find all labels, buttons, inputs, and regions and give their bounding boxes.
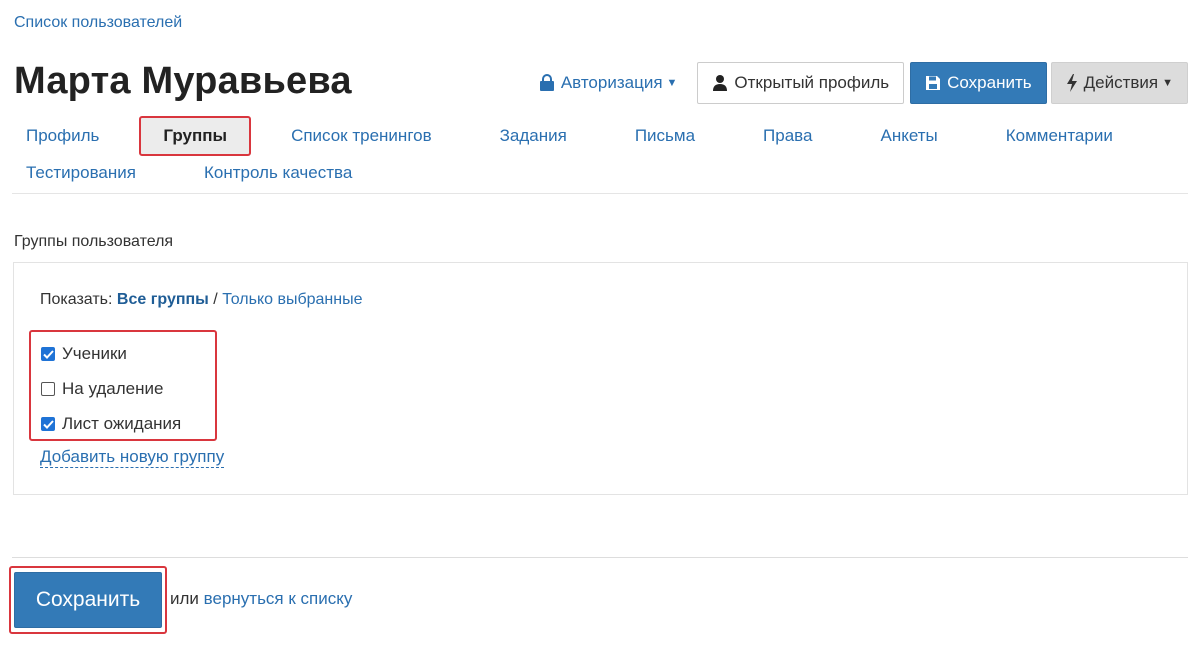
tab-trainings[interactable]: Список тренингов: [277, 120, 446, 152]
open-profile-label: Открытый профиль: [734, 73, 890, 92]
group-checkbox[interactable]: [41, 347, 55, 361]
open-profile-button[interactable]: Открытый профиль: [697, 62, 905, 104]
checkmark-icon: [42, 349, 54, 359]
save-button[interactable]: Сохранить: [14, 572, 162, 628]
tab-questionnaires[interactable]: Анкеты: [866, 120, 951, 152]
filter-all-groups[interactable]: Все группы: [117, 291, 209, 308]
filter-separator: /: [213, 291, 218, 308]
groups-checklist: Ученики На удаление Лист ожидания: [29, 330, 217, 441]
caret-down-icon: ▼: [1162, 77, 1173, 89]
tabs-row-1: Профиль Группы Список тренингов Задания …: [12, 116, 1127, 156]
group-item[interactable]: Лист ожидания: [41, 414, 181, 434]
section-label: Группы пользователя: [14, 233, 174, 250]
auth-dropdown[interactable]: Авторизация ▼: [539, 73, 678, 93]
tabs-row-2: Тестирования Контроль качества: [12, 156, 366, 190]
tab-rights[interactable]: Права: [749, 120, 826, 152]
footer-text: или вернуться к списку: [170, 589, 352, 609]
lock-icon: [539, 74, 554, 91]
filter-prefix: Показать:: [40, 291, 113, 308]
group-label: На удаление: [62, 379, 164, 398]
actions-label: Действия: [1083, 73, 1159, 92]
tab-letters[interactable]: Письма: [621, 120, 709, 152]
group-checkbox[interactable]: [41, 382, 55, 396]
group-filter: Показать: Все группы / Только выбранные: [40, 291, 363, 309]
group-label: Ученики: [62, 344, 127, 363]
floppy-disk-icon: [926, 76, 941, 90]
page-title: Марта Муравьева: [14, 60, 352, 102]
tab-quality-control[interactable]: Контроль качества: [190, 157, 366, 189]
tab-comments[interactable]: Комментарии: [992, 120, 1127, 152]
group-item[interactable]: На удаление: [41, 379, 163, 399]
actions-dropdown-button[interactable]: Действия ▼: [1050, 62, 1188, 104]
header-save-label: Сохранить: [947, 73, 1032, 92]
footer-divider: [12, 557, 1188, 558]
tab-tasks[interactable]: Задания: [486, 120, 581, 152]
group-label: Лист ожидания: [62, 414, 182, 433]
group-checkbox[interactable]: [41, 417, 55, 431]
or-text: или: [170, 589, 199, 608]
filter-selected-only[interactable]: Только выбранные: [222, 291, 362, 308]
groups-panel: Показать: Все группы / Только выбранные …: [13, 262, 1188, 495]
header-save-button[interactable]: Сохранить: [910, 62, 1047, 104]
caret-down-icon: ▼: [666, 77, 678, 89]
add-group-link[interactable]: Добавить новую группу: [40, 447, 225, 468]
tab-testing[interactable]: Тестирования: [12, 157, 150, 189]
tab-profile[interactable]: Профиль: [12, 120, 113, 152]
auth-dropdown-label: Авторизация: [560, 73, 663, 92]
tab-groups[interactable]: Группы: [139, 116, 252, 156]
bolt-icon: [1066, 74, 1077, 92]
group-item[interactable]: Ученики: [41, 344, 127, 364]
header-actions: Авторизация ▼ Открытый профиль Сохранить…: [539, 62, 1188, 104]
tabs-divider: [12, 193, 1188, 194]
checkmark-icon: [42, 419, 54, 429]
user-icon: [713, 75, 728, 91]
back-to-list-link[interactable]: вернуться к списку: [204, 589, 353, 608]
save-highlight: Сохранить: [9, 566, 167, 634]
breadcrumb-users-list[interactable]: Список пользователей: [14, 14, 182, 32]
